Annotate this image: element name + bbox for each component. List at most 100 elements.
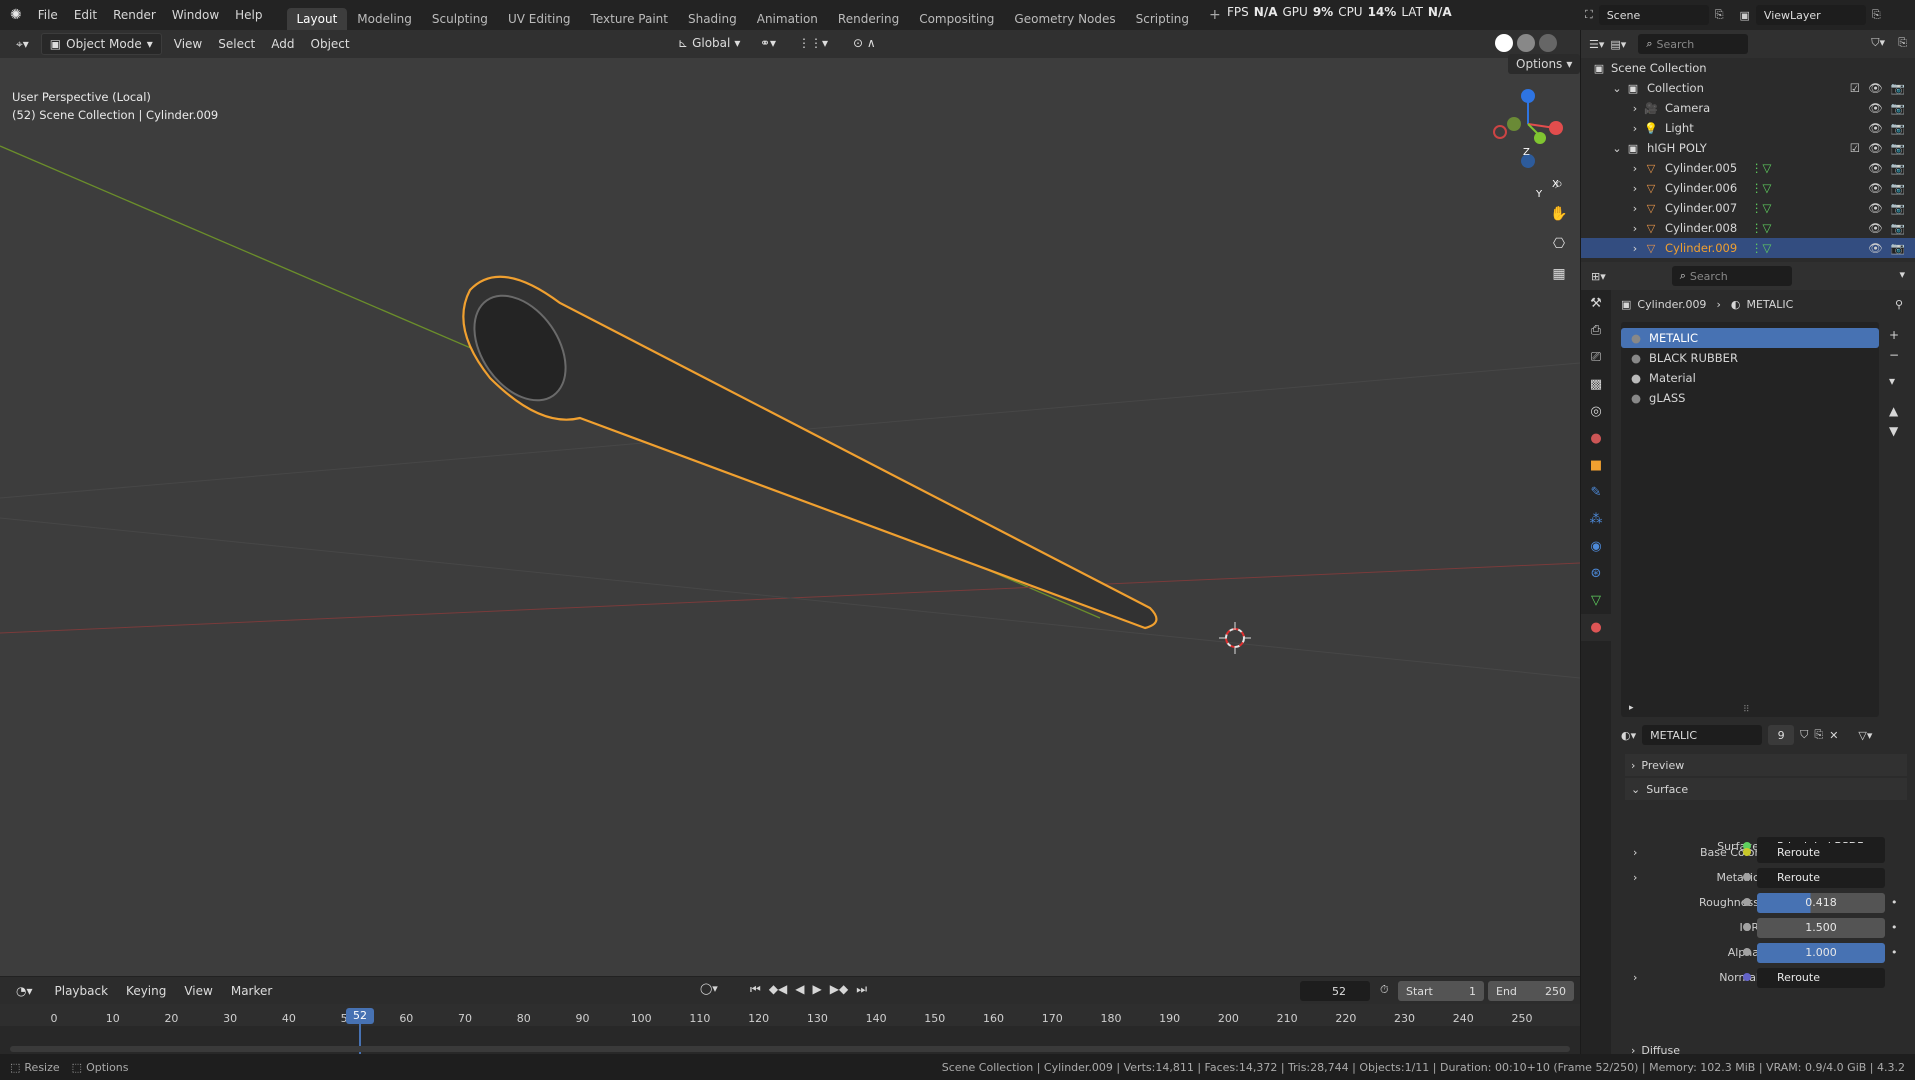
proportional-edit-icon[interactable]: ⊙ ∧	[845, 33, 884, 53]
eye-icon[interactable]: 👁	[1868, 121, 1883, 135]
workspace-tab-texture-paint[interactable]: Texture Paint	[581, 8, 678, 30]
gizmo-z-label[interactable]: Z	[1523, 147, 1530, 158]
chevron-right-icon[interactable]: ›	[1627, 162, 1643, 175]
new-collection-icon[interactable]: ⎘	[1898, 36, 1907, 50]
eye-icon[interactable]: 👁	[1868, 221, 1883, 235]
workspace-tab-scripting[interactable]: Scripting	[1126, 8, 1199, 30]
camera-render-icon[interactable]: 📷	[1891, 241, 1905, 255]
viewport-menu-add[interactable]: Add	[263, 34, 302, 54]
outliner-editor-icon[interactable]: ☰▾	[1589, 38, 1604, 51]
list-expand-icon[interactable]: ▸	[1629, 703, 1634, 713]
prev-keyframe-icon[interactable]: ◆◀	[769, 982, 787, 997]
3d-viewport[interactable]: Z X Y User Perspective (Local) (52) Scen…	[0, 54, 1581, 976]
property-value[interactable]: Reroute	[1757, 842, 1885, 863]
outliner-item[interactable]: › ▽ Cylinder.009 ⋮▽ 👁 📷	[1581, 238, 1915, 258]
outliner-item[interactable]: ⌄ ▣ hIGH POLY ☑ 👁 📷	[1581, 138, 1915, 158]
camera-render-icon[interactable]: 📷	[1891, 121, 1905, 135]
viewport-shading-solid-icon[interactable]	[1495, 34, 1513, 52]
viewport-shading-material-icon[interactable]	[1517, 34, 1535, 52]
eye-icon[interactable]: 👁	[1868, 141, 1883, 155]
render-tab-icon[interactable]: ⎙	[1581, 317, 1611, 344]
property-value[interactable]: 0.418	[1757, 892, 1885, 913]
chevron-right-icon[interactable]: ›	[1627, 182, 1643, 195]
timeline-editor-icon[interactable]: ◔▾	[8, 981, 41, 1001]
jump-end-icon[interactable]: ⏭	[856, 982, 867, 997]
timeline-menu-view[interactable]: View	[176, 981, 220, 1001]
constraints-tab-icon[interactable]: ⊛	[1581, 560, 1611, 587]
add-workspace-icon[interactable]: +	[1201, 7, 1229, 23]
next-keyframe-icon[interactable]: ▶◆	[830, 982, 848, 997]
material-slot[interactable]: ● gLASS	[1621, 388, 1879, 408]
new-view-layer-icon[interactable]: ⎘	[1872, 8, 1881, 22]
blender-logo-icon[interactable]: ✺	[10, 7, 22, 23]
workspace-tab-animation[interactable]: Animation	[747, 8, 828, 30]
remove-slot-icon[interactable]: −	[1889, 348, 1899, 362]
menu-window[interactable]: Window	[164, 4, 227, 26]
snap-icon[interactable]: ⋮⋮▾	[790, 33, 836, 53]
editor-type-icon[interactable]: ⌖▾	[8, 34, 37, 55]
pan-hand-icon[interactable]: ✋	[1545, 200, 1573, 228]
socket-icon[interactable]	[1743, 848, 1751, 856]
property-value[interactable]: 1.500	[1757, 917, 1885, 938]
physics-tab-icon[interactable]: ◉	[1581, 533, 1611, 560]
chevron-down-icon[interactable]: ▾	[1899, 268, 1905, 281]
object-tab-icon[interactable]: ■	[1581, 452, 1611, 479]
keyframe-dot-icon[interactable]: •	[1891, 896, 1898, 909]
data-tab-icon[interactable]: ▽	[1581, 587, 1611, 614]
outliner-item[interactable]: › ▽ Cylinder.007 ⋮▽ 👁 📷	[1581, 198, 1915, 218]
camera-render-icon[interactable]: 📷	[1891, 201, 1905, 215]
play-icon[interactable]: ▶	[813, 982, 822, 997]
material-slot[interactable]: ● METALIC	[1621, 328, 1879, 348]
camera-render-icon[interactable]: 📷	[1891, 81, 1905, 95]
workspace-tab-shading[interactable]: Shading	[678, 8, 747, 30]
modifier-tab-icon[interactable]: ✎	[1581, 479, 1611, 506]
eye-icon[interactable]: 👁	[1868, 101, 1883, 115]
chevron-right-icon[interactable]: ›	[1627, 202, 1643, 215]
duplicate-material-icon[interactable]: ⎘	[1814, 728, 1823, 742]
output-tab-icon[interactable]: ⎚	[1581, 344, 1611, 371]
chevron-right-icon[interactable]: ›	[1627, 222, 1643, 235]
pin-icon[interactable]: ⚲	[1895, 298, 1903, 311]
list-resize-handle[interactable]: ⠿	[1743, 705, 1750, 715]
viewport-menu-object[interactable]: Object	[303, 34, 358, 54]
properties-search-input[interactable]: ⌕ Search	[1671, 266, 1792, 286]
properties-editor-icon[interactable]: ⊞▾	[1591, 270, 1606, 283]
diffuse-panel-header[interactable]: › Diffuse	[1625, 1040, 1907, 1060]
socket-icon[interactable]	[1743, 923, 1751, 931]
outliner-item[interactable]: › ▽ Cylinder.008 ⋮▽ 👁 📷	[1581, 218, 1915, 238]
preview-panel-header[interactable]: › Preview	[1625, 754, 1907, 776]
outliner-root[interactable]: ▣ Scene Collection	[1581, 58, 1915, 78]
surface-panel-header[interactable]: ⌄ Surface	[1625, 778, 1907, 800]
timeline-scrollbar[interactable]	[10, 1046, 1570, 1052]
workspace-tab-rendering[interactable]: Rendering	[828, 8, 909, 30]
timeline-menu-keying[interactable]: Keying	[118, 981, 174, 1001]
workspace-tab-geometry-nodes[interactable]: Geometry Nodes	[1004, 8, 1125, 30]
keyframe-dot-icon[interactable]: •	[1891, 946, 1898, 959]
workspace-tab-compositing[interactable]: Compositing	[909, 8, 1004, 30]
property-value[interactable]: Reroute	[1757, 967, 1885, 988]
fake-user-icon[interactable]: ⛉	[1800, 728, 1808, 742]
menu-render[interactable]: Render	[105, 4, 164, 26]
chevron-right-icon[interactable]: ›	[1633, 846, 1637, 859]
mesh-data-icon[interactable]: ⋮▽	[1751, 201, 1771, 215]
camera-render-icon[interactable]: 📷	[1891, 141, 1905, 155]
camera-render-icon[interactable]: 📷	[1891, 101, 1905, 115]
menu-help[interactable]: Help	[227, 4, 270, 26]
property-value[interactable]: 1.000	[1757, 942, 1885, 963]
workspace-tab-layout[interactable]: Layout	[286, 8, 348, 30]
particles-tab-icon[interactable]: ⁂	[1581, 506, 1611, 533]
viewport-menu-view[interactable]: View	[166, 34, 210, 54]
chevron-right-icon[interactable]: ›	[1627, 122, 1643, 135]
end-frame-field[interactable]: End 250	[1488, 981, 1574, 1001]
chevron-down-icon[interactable]: ⌄	[1609, 82, 1625, 95]
view-layer-tab-icon[interactable]: ▩	[1581, 371, 1611, 398]
start-frame-field[interactable]: Start 1	[1398, 981, 1484, 1001]
mesh-data-icon[interactable]: ⋮▽	[1751, 161, 1771, 175]
user-count-badge[interactable]: 9	[1768, 725, 1795, 745]
mesh-data-icon[interactable]: ⋮▽	[1751, 221, 1771, 235]
camera-render-icon[interactable]: 📷	[1891, 221, 1905, 235]
playhead[interactable]: 52	[346, 1008, 374, 1024]
mesh-data-icon[interactable]: ⋮▽	[1751, 181, 1771, 195]
viewport-menu-select[interactable]: Select	[210, 34, 263, 54]
add-slot-icon[interactable]: +	[1889, 328, 1899, 342]
